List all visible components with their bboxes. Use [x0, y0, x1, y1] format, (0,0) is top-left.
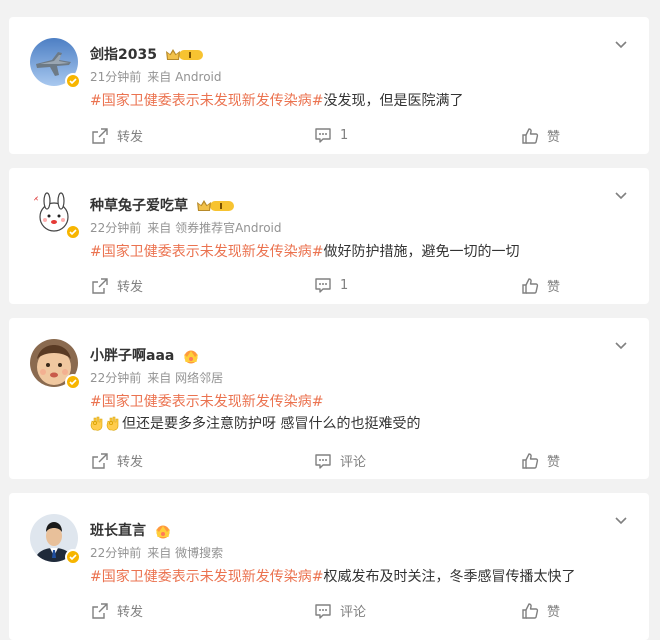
post-meta: 22分钟前 来自 领券推荐官Android: [90, 220, 282, 236]
repost-button[interactable]: 转发: [91, 451, 143, 470]
topic-link[interactable]: #国家卫健委表示未发现新发传染病#: [90, 93, 323, 109]
post-source: 来自 微博搜索: [147, 546, 224, 560]
thumbs-up-icon: [521, 277, 539, 295]
post-card: 班长直言 22分钟前 来自 微博搜索 #国家卫健委表示未发现新发传染病#权威发布及…: [9, 493, 649, 640]
thumbs-up-icon: [521, 452, 539, 470]
post-time[interactable]: 22分钟前: [90, 546, 141, 560]
post-body: 没发现，但是医院满了: [323, 93, 464, 109]
post-body: 权威发布及时关注，冬季感冒传播太快了: [323, 569, 576, 585]
comment-icon: [314, 126, 332, 144]
repost-label: 转发: [117, 455, 144, 470]
post-source: 来自 Android: [147, 70, 222, 84]
crown-level-badge-icon[interactable]: [196, 198, 236, 214]
username[interactable]: 种草兔子爱吃草: [90, 198, 188, 214]
comment-button[interactable]: 1: [314, 276, 348, 294]
like-button[interactable]: 赞: [521, 451, 560, 470]
post-meta: 21分钟前 来自 Android: [90, 69, 222, 85]
topic-link[interactable]: #国家卫健委表示未发现新发传染病#: [90, 569, 323, 585]
user-avatar[interactable]: [30, 514, 81, 565]
ok-hand-emoji-icon: [90, 416, 103, 431]
comment-button[interactable]: 评论: [314, 451, 366, 470]
post-card: 小胖子啊aaa 22分钟前 来自 网络邻居 #国家卫健委表示未发现新发传染病# 但…: [9, 318, 649, 479]
comment-icon: [314, 452, 332, 470]
username[interactable]: 小胖子啊aaa: [90, 348, 174, 364]
ok-hand-emoji-icon: [106, 416, 119, 431]
repost-icon: [91, 602, 109, 620]
username[interactable]: 班长直言: [90, 523, 146, 539]
post-text: #国家卫健委表示未发现新发传染病#权威发布及时关注，冬季感冒传播太快了: [90, 566, 575, 588]
repost-label: 转发: [117, 130, 144, 145]
like-button[interactable]: 赞: [521, 276, 560, 295]
repost-icon: [91, 277, 109, 295]
post-body: 做好防护措施，避免一切的一切: [323, 244, 520, 260]
post-text: #国家卫健委表示未发现新发传染病#做好防护措施，避免一切的一切: [90, 241, 519, 263]
post-text-line2: 但还是要多多注意防护呀 感冒什么的也挺难受的: [90, 413, 420, 435]
post-time[interactable]: 21分钟前: [90, 70, 141, 84]
repost-button[interactable]: 转发: [91, 601, 143, 620]
post-text: #国家卫健委表示未发现新发传染病#没发现，但是医院满了: [90, 90, 463, 112]
comment-icon: [314, 276, 332, 294]
verified-badge-icon: [65, 224, 81, 240]
comment-button[interactable]: 评论: [314, 601, 366, 620]
post-card: ✕ 种草兔子爱吃草 22分钟前 来自 领券推荐官Android #国家卫健委表示未…: [9, 168, 649, 304]
post-text: #国家卫健委表示未发现新发传染病#: [90, 391, 323, 413]
repost-button[interactable]: 转发: [91, 126, 143, 145]
user-avatar[interactable]: [30, 38, 81, 89]
comment-count: 1: [340, 277, 349, 293]
post-card: 剑指2035 21分钟前 来自 Android #国家卫健委表示未发现新发传染病#…: [9, 17, 649, 154]
thumbs-up-icon: [521, 127, 539, 145]
topic-link[interactable]: #国家卫健委表示未发现新发传染病#: [90, 394, 323, 410]
crown-level-badge-icon[interactable]: [165, 47, 205, 63]
like-label: 赞: [547, 280, 561, 295]
chevron-down-icon[interactable]: [613, 36, 629, 52]
like-button[interactable]: 赞: [521, 126, 560, 145]
comment-label: 评论: [340, 605, 367, 620]
chevron-down-icon[interactable]: [613, 187, 629, 203]
repost-icon: [91, 127, 109, 145]
topic-link[interactable]: #国家卫健委表示未发现新发传染病#: [90, 244, 323, 260]
post-meta: 22分钟前 来自 网络邻居: [90, 370, 223, 386]
chevron-down-icon[interactable]: [613, 512, 629, 528]
repost-button[interactable]: 转发: [91, 276, 143, 295]
comment-button[interactable]: 1: [314, 126, 348, 144]
like-label: 赞: [547, 130, 561, 145]
post-meta: 22分钟前 来自 微博搜索: [90, 545, 223, 561]
comment-label: 评论: [340, 455, 367, 470]
comment-count: 1: [340, 127, 349, 143]
verified-badge-icon: [65, 549, 81, 565]
crown-vip-icon[interactable]: [182, 348, 200, 364]
svg-text:✕: ✕: [33, 195, 39, 203]
like-label: 赞: [547, 455, 561, 470]
repost-icon: [91, 452, 109, 470]
repost-label: 转发: [117, 280, 144, 295]
like-button[interactable]: 赞: [521, 601, 560, 620]
username[interactable]: 剑指2035: [90, 47, 157, 63]
repost-label: 转发: [117, 605, 144, 620]
crown-vip-icon[interactable]: [154, 523, 172, 539]
verified-badge-icon: [65, 73, 81, 89]
user-avatar[interactable]: [30, 339, 81, 390]
post-source: 来自 网络邻居: [147, 371, 224, 385]
post-body: 但还是要多多注意防护呀 感冒什么的也挺难受的: [122, 416, 421, 432]
post-source: 来自 领券推荐官Android: [147, 221, 282, 235]
thumbs-up-icon: [521, 602, 539, 620]
user-avatar[interactable]: ✕: [30, 189, 81, 240]
chevron-down-icon[interactable]: [613, 337, 629, 353]
like-label: 赞: [547, 605, 561, 620]
post-time[interactable]: 22分钟前: [90, 221, 141, 235]
verified-badge-icon: [65, 374, 81, 390]
post-time[interactable]: 22分钟前: [90, 371, 141, 385]
comment-icon: [314, 602, 332, 620]
